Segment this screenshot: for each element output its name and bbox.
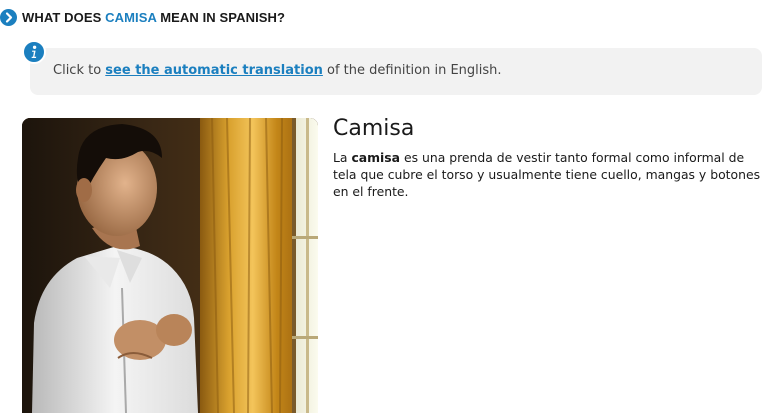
camisa-photo [22, 118, 318, 413]
info-icon [22, 40, 46, 64]
section-title-word: CAMISA [105, 9, 157, 25]
info-text-prefix: Click to [53, 63, 106, 78]
definition-prefix: La [333, 150, 352, 165]
section-title-suffix: MEAN IN SPANISH? [156, 9, 286, 25]
definition: La camisa es una prenda de vestir tanto … [333, 149, 763, 200]
section-title-prefix: WHAT DOES [22, 9, 106, 25]
definition-term: camisa [351, 150, 401, 165]
info-text: Click to see the automatic translation o… [53, 63, 502, 78]
word-title: Camisa [333, 116, 415, 141]
page: WHAT DOES CAMISA MEAN IN SPANISH? Click … [0, 0, 768, 413]
automatic-translation-link[interactable]: see the automatic translation [105, 63, 323, 78]
info-text-suffix: of the definition in English. [322, 63, 502, 78]
chevron-right-icon [0, 8, 17, 26]
section-title: WHAT DOES CAMISA MEAN IN SPANISH? [22, 10, 285, 25]
section-header: WHAT DOES CAMISA MEAN IN SPANISH? [0, 7, 285, 27]
